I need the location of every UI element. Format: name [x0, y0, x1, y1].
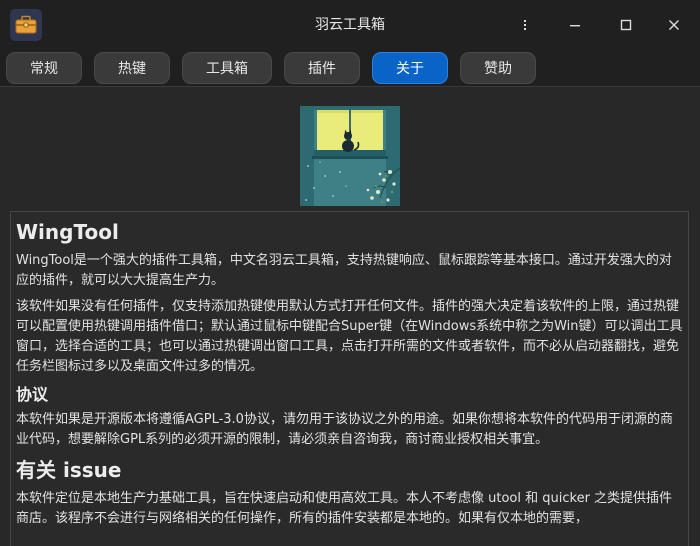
license-paragraph: 本软件如果是开源版本将遵循AGPL-3.0协议，请勿用于该协议之外的用途。如果你…	[16, 412, 673, 447]
window-cat-illustration	[300, 106, 400, 206]
tab-bar: 常规 热键 工具箱 插件 关于 赞助	[0, 50, 700, 87]
close-icon[interactable]	[659, 10, 689, 40]
tab-about[interactable]: 关于	[372, 52, 448, 84]
about-heading: WingTool	[16, 220, 119, 244]
detail-paragraph: 该软件如果没有任何插件，仅支持添加热键使用默认方式打开任何文件。插件的强大决定着…	[16, 299, 683, 374]
tab-hotkeys[interactable]: 热键	[94, 52, 170, 84]
tab-toolbox[interactable]: 工具箱	[182, 52, 272, 84]
tab-sponsor[interactable]: 赞助	[460, 52, 536, 84]
issue-paragraph: 本软件定位是本地生产力基础工具，旨在快速启动和使用高效工具。本人不考虑像 uto…	[16, 491, 673, 526]
about-panel: WingTool WingTool是一个强大的插件工具箱，中文名羽云工具箱，支持…	[0, 87, 700, 546]
license-heading: 协议	[16, 385, 49, 404]
window-title: 羽云工具箱	[315, 17, 385, 33]
tab-general[interactable]: 常规	[6, 52, 82, 84]
intro-paragraph: WingTool是一个强大的插件工具箱，中文名羽云工具箱，支持热键响应、鼠标跟踪…	[16, 253, 672, 288]
toolbox-icon	[10, 9, 42, 41]
tab-plugins[interactable]: 插件	[284, 52, 360, 84]
about-text[interactable]: WingTool WingTool是一个强大的插件工具箱，中文名羽云工具箱，支持…	[10, 211, 689, 546]
title-bar: 羽云工具箱	[0, 0, 700, 50]
maximize-icon[interactable]	[611, 10, 641, 40]
minimize-icon[interactable]	[510, 10, 540, 40]
minimize-icon[interactable]	[560, 10, 590, 40]
issue-heading: 有关 issue	[16, 458, 122, 482]
